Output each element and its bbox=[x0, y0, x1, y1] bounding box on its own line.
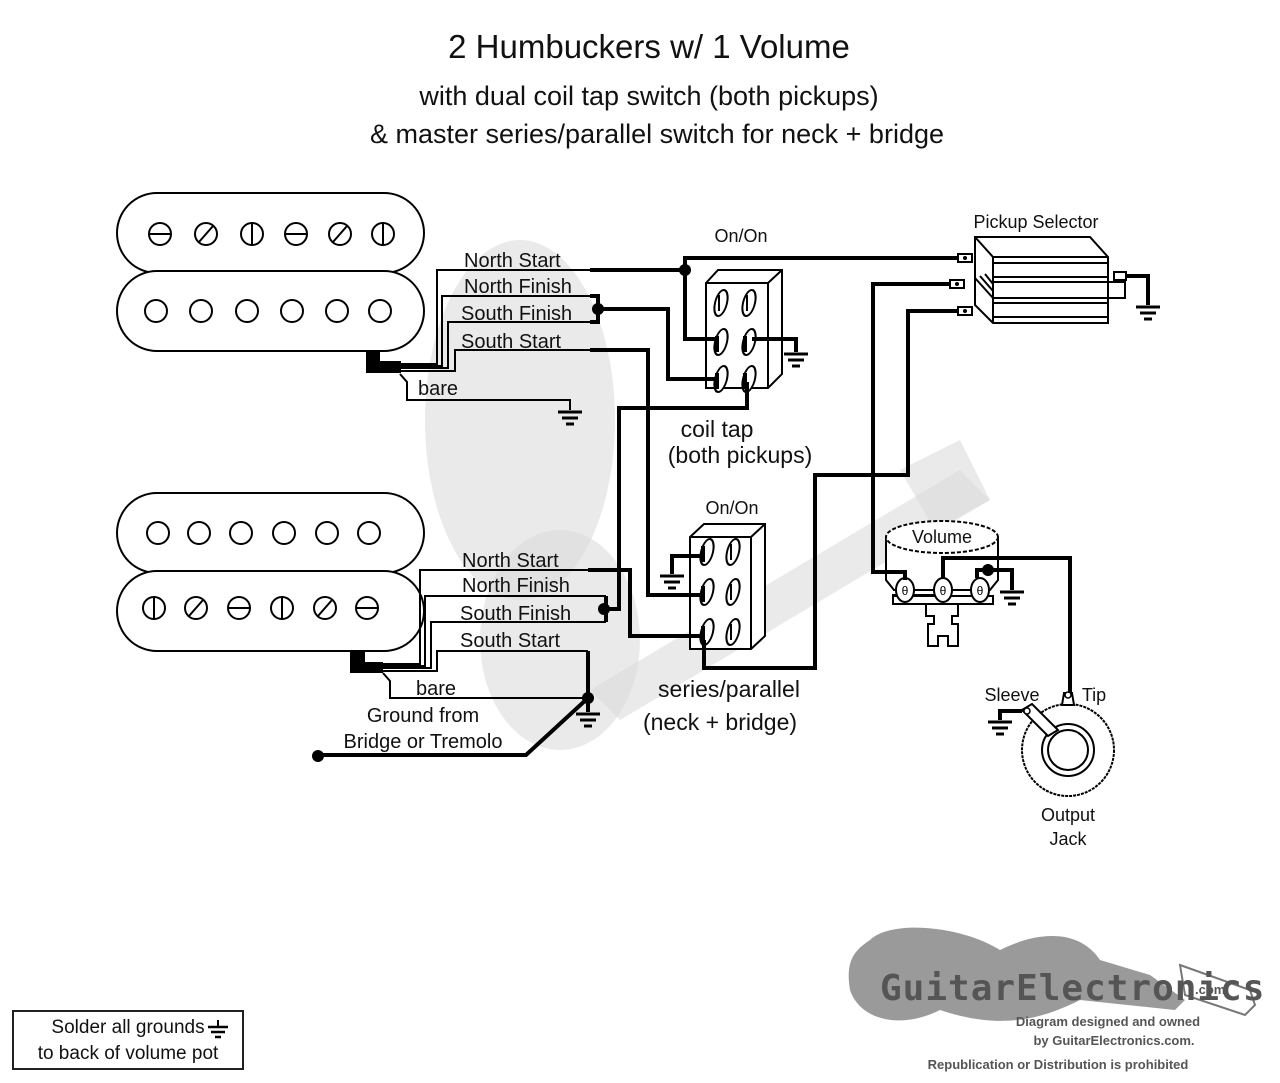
ground-icon bbox=[208, 1020, 228, 1039]
brand-credit-2: by GuitarElectronics.com. bbox=[1033, 1033, 1194, 1048]
bridge-ground-label-2: Bridge or Tremolo bbox=[344, 731, 503, 753]
ground-note-line-2: to back of volume pot bbox=[37, 1043, 219, 1064]
ground-icon bbox=[986, 720, 1014, 736]
ground-icon bbox=[782, 352, 810, 368]
output-jack: Sleeve Tip Output Jack bbox=[984, 685, 1115, 849]
diagram-subtitle-2: & master series/parallel switch for neck… bbox=[370, 119, 944, 149]
diagram-title: 2 Humbuckers w/ 1 Volume bbox=[448, 28, 850, 65]
neck-lead-south-start: South Start bbox=[461, 331, 562, 353]
selector-lug bbox=[949, 279, 965, 289]
bridge-ground-label-1: Ground from bbox=[367, 705, 479, 727]
bridge-lead-north-start: North Start bbox=[462, 550, 559, 572]
series-parallel-switch-type: On/On bbox=[705, 498, 758, 518]
ground-icon bbox=[1134, 305, 1162, 321]
bridge-humbucker bbox=[116, 492, 425, 673]
output-jack-tip-label: Tip bbox=[1082, 685, 1106, 705]
neck-humbucker bbox=[116, 192, 425, 373]
bridge-lead-south-start: South Start bbox=[460, 630, 561, 652]
neck-lead-north-finish: North Finish bbox=[464, 276, 572, 298]
bridge-lead-north-finish: North Finish bbox=[462, 575, 570, 597]
svg-text:θ: θ bbox=[902, 584, 909, 598]
ground-icon bbox=[998, 590, 1026, 606]
output-jack-caption-2: Jack bbox=[1049, 829, 1087, 849]
diagram-subtitle-1: with dual coil tap switch (both pickups) bbox=[418, 81, 878, 111]
selector-lug bbox=[1113, 271, 1127, 281]
volume-pot: Volume θ θ θ bbox=[885, 520, 1026, 647]
neck-lead-south-finish: South Finish bbox=[461, 303, 572, 325]
bridge-lead-south-finish: South Finish bbox=[460, 603, 571, 625]
series-parallel-caption-1: series/parallel bbox=[658, 676, 800, 702]
brand-logo: GuitarElectronics .com Diagram designed … bbox=[848, 927, 1264, 1072]
wiring-diagram: 2 Humbuckers w/ 1 Volume with dual coil … bbox=[116, 28, 1264, 1072]
neck-lead-bare: bare bbox=[418, 378, 458, 400]
coil-tap-caption-2: (both pickups) bbox=[668, 442, 812, 468]
pickup-selector-switch: Pickup Selector bbox=[949, 212, 1162, 324]
volume-pot-label: Volume bbox=[912, 527, 972, 547]
svg-text:θ: θ bbox=[940, 584, 947, 598]
brand-notice: Republication or Distribution is prohibi… bbox=[928, 1057, 1189, 1072]
ground-note-box: Solder all grounds to back of volume pot bbox=[12, 1010, 244, 1070]
output-jack-caption-1: Output bbox=[1041, 805, 1095, 825]
pickup-selector-label: Pickup Selector bbox=[973, 212, 1098, 232]
neck-lead-north-start: North Start bbox=[464, 250, 561, 272]
coil-tap-switch-type: On/On bbox=[714, 226, 767, 246]
selector-lug bbox=[957, 306, 973, 316]
selector-lug bbox=[957, 253, 973, 263]
brand-credit-1: Diagram designed and owned bbox=[1016, 1014, 1200, 1029]
output-jack-sleeve-label: Sleeve bbox=[984, 685, 1039, 705]
coil-tap-caption-1: coil tap bbox=[681, 416, 754, 442]
svg-text:θ: θ bbox=[977, 584, 984, 598]
coil-tap-switch: On/On coil tap (both pickups) bbox=[668, 226, 812, 468]
ground-note-line-1: Solder all grounds bbox=[51, 1017, 205, 1038]
series-parallel-caption-2: (neck + bridge) bbox=[643, 709, 797, 735]
ground-icon bbox=[658, 574, 686, 590]
bridge-lead-bare: bare bbox=[416, 678, 456, 700]
brand-logo-suffix: .com bbox=[1195, 982, 1225, 997]
